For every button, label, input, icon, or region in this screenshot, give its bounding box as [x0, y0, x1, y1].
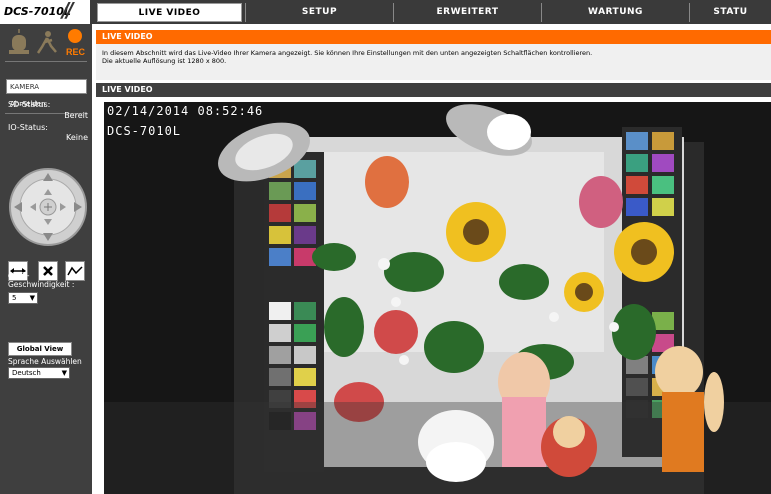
- section-title: LIVE VIDEO: [96, 30, 771, 44]
- status-icons: REC: [4, 27, 90, 57]
- rec-label: REC: [66, 47, 86, 57]
- top-nav-bar: DCS-7010L // LIVE VIDEO SETUP ERWEITERT …: [0, 0, 771, 24]
- description-line-1: In diesem Abschnitt wird das Live-Video …: [102, 49, 593, 57]
- chevron-down-icon: ▼: [61, 369, 67, 377]
- sd-status-value: Bereit: [64, 111, 88, 120]
- tab-wartung[interactable]: WARTUNG: [541, 3, 689, 22]
- chevron-down-icon: ▼: [29, 294, 35, 302]
- language-value: Deutsch: [12, 369, 41, 377]
- video-section-title: LIVE VIDEO: [96, 83, 771, 97]
- eptz-label-line2: Geschwindigkeit :: [8, 280, 75, 289]
- tab-erweitert[interactable]: ERWEITERT: [393, 3, 541, 22]
- video-frame-image: [104, 102, 771, 494]
- stop-x-icon: [43, 266, 53, 276]
- eptz-speed-select[interactable]: 5 ▼: [8, 292, 38, 304]
- tab-live-video[interactable]: LIVE VIDEO: [97, 3, 242, 22]
- alarm-icon: [9, 29, 29, 54]
- language-select[interactable]: Deutsch ▼: [8, 367, 70, 379]
- divider: [5, 61, 87, 62]
- rec-icon: REC: [66, 29, 86, 57]
- model-name: DCS-7010L: [4, 5, 71, 18]
- osd-camera-name: DCS-7010L: [107, 124, 182, 138]
- stop-button[interactable]: [38, 261, 58, 281]
- global-view-button[interactable]: Global View: [8, 342, 72, 356]
- sidebar: REC KAMERA Abmelden SD-Status: Bereit IO…: [0, 24, 92, 494]
- eptz-speed-value: 5: [12, 294, 17, 302]
- model-logo: DCS-7010L //: [0, 0, 90, 24]
- tab-status[interactable]: STATU: [689, 3, 771, 22]
- tab-setup[interactable]: SETUP: [245, 3, 393, 22]
- ptz-joystick[interactable]: [8, 167, 88, 247]
- language-label: Sprache Auswählen: [8, 357, 82, 366]
- status-icon-row: REC: [9, 29, 86, 57]
- io-status-value: Keine: [66, 133, 88, 142]
- sd-status-label: SD-Status:: [8, 100, 51, 109]
- main-content: LIVE VIDEO In diesem Abschnitt wird das …: [96, 24, 771, 494]
- motion-icon: [36, 31, 57, 54]
- patrol-path-icon: [67, 266, 83, 276]
- description-line-2: Die aktuelle Auflösung ist 1280 x 800.: [102, 57, 227, 65]
- osd-datetime: 02/14/2014 08:52:46: [107, 104, 264, 118]
- camera-name-field[interactable]: KAMERA: [6, 79, 87, 94]
- live-video-stream[interactable]: 02/14/2014 08:52:46 DCS-7010L: [104, 102, 771, 494]
- logo-slashes: //: [62, 0, 73, 22]
- io-status-label: IO-Status:: [8, 123, 48, 132]
- eptz-label-line1: ePTZ-: [8, 271, 30, 280]
- description-box: In diesem Abschnitt wird das Live-Video …: [96, 44, 771, 80]
- patrol-button[interactable]: [65, 261, 85, 281]
